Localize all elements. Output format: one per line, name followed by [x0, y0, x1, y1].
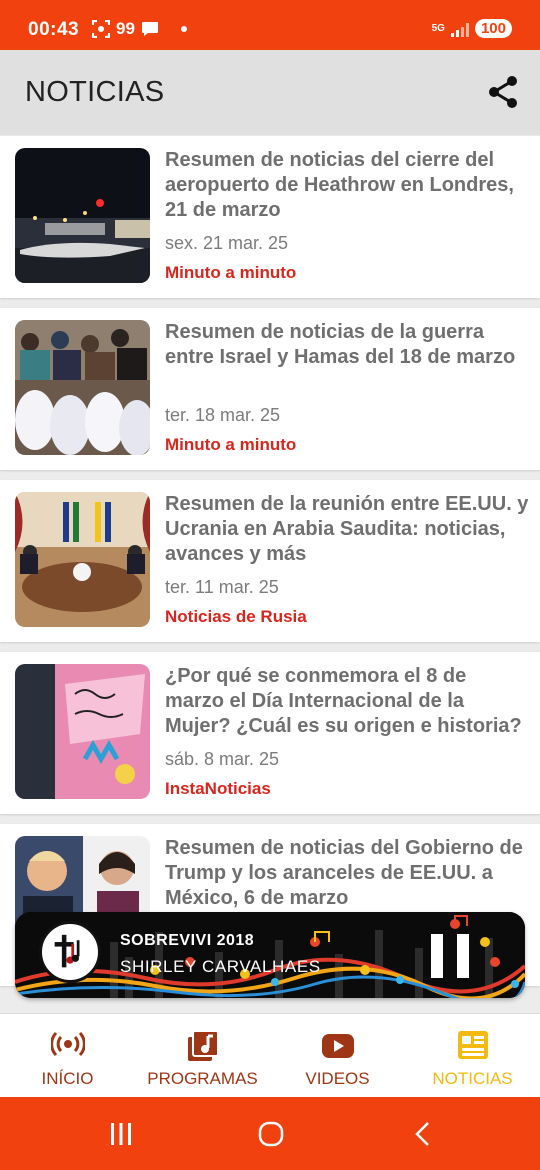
nav-noticias[interactable]: NOTICIAS: [405, 1014, 540, 1098]
news-thumbnail: [15, 492, 150, 627]
news-category[interactable]: Noticias de Rusia: [165, 607, 307, 627]
pause-icon: [431, 934, 443, 978]
nav-videos[interactable]: VIDEOS: [270, 1014, 405, 1098]
network-type: 5G: [431, 22, 445, 34]
news-thumbnail: [15, 148, 150, 283]
nav-label: NOTICIAS: [432, 1069, 513, 1088]
news-date: sáb. 8 mar. 25: [165, 749, 280, 769]
nav-label: VIDEOS: [305, 1069, 370, 1088]
home-icon[interactable]: [258, 1121, 284, 1147]
news-title: ¿Por qué se conmemora el 8 de marzo el D…: [165, 665, 522, 737]
news-category[interactable]: Minuto a minuto: [165, 263, 296, 283]
news-date: ter. 18 mar. 25: [165, 405, 281, 425]
battery-level: 100: [474, 19, 512, 38]
mini-player[interactable]: SOBREVIVI 2018 SHIRLEY CARVALHAES: [15, 912, 525, 998]
radio-broadcast-icon: [50, 1031, 85, 1057]
app-header: NOTICIAS: [0, 50, 540, 135]
system-navigation-bar: [0, 1097, 540, 1170]
news-title: Resumen de noticias del Gobierno de Trum…: [165, 837, 523, 909]
notification-dot: [180, 26, 187, 32]
player-artist: SHIRLEY CARVALHAES: [120, 957, 321, 976]
newspaper-icon: [457, 1031, 488, 1059]
news-card[interactable]: Resumen de noticias de la guerra entre I…: [0, 308, 540, 470]
status-notifications: 99: [92, 19, 187, 39]
news-thumbnail: [15, 664, 150, 799]
nav-label: INÍCIO: [41, 1069, 94, 1088]
news-date: ter. 11 mar. 25: [165, 577, 279, 597]
youtube-play-icon: [321, 1034, 354, 1058]
page-title: NOTICIAS: [25, 76, 165, 108]
back-icon[interactable]: [412, 1121, 434, 1147]
signal-icon: [450, 21, 469, 37]
bottom-navigation: INÍCIO PROGRAMAS VIDEOS NOTICIAS: [0, 1013, 540, 1097]
notification-count: 99: [116, 19, 135, 38]
player-track-title: SOBREVIVI 2018: [120, 932, 255, 949]
status-bar: 00:43 99 5G 100: [0, 0, 540, 50]
news-category[interactable]: Minuto a minuto: [165, 435, 296, 455]
radio-logo-icon: [39, 921, 101, 983]
status-system: 5G 100: [432, 19, 512, 38]
pause-button[interactable]: [429, 934, 473, 978]
status-time: 00:43: [28, 19, 80, 40]
news-card[interactable]: Resumen de noticias del cierre del aerop…: [0, 136, 540, 298]
nav-label: PROGRAMAS: [147, 1069, 258, 1088]
news-date: sex. 21 mar. 25: [165, 233, 289, 253]
news-title: Resumen de noticias de la guerra entre I…: [165, 321, 516, 368]
news-card[interactable]: Resumen de la reunión entre EE.UU. y Ucr…: [0, 480, 540, 642]
chat-icon: [141, 22, 158, 36]
recent-apps-icon[interactable]: [108, 1121, 134, 1147]
news-thumbnail: [15, 320, 150, 455]
screenshot-icon: [92, 20, 110, 38]
news-title: Resumen de la reunión entre EE.UU. y Ucr…: [165, 493, 529, 565]
news-title: Resumen de noticias del cierre del aerop…: [165, 149, 514, 221]
nav-inicio[interactable]: INÍCIO: [0, 1014, 135, 1098]
music-library-icon: [187, 1030, 219, 1061]
news-card[interactable]: ¿Por qué se conmemora el 8 de marzo el D…: [0, 652, 540, 814]
share-icon[interactable]: [486, 74, 520, 110]
news-category[interactable]: InstaNoticias: [165, 779, 271, 799]
nav-programas[interactable]: PROGRAMAS: [135, 1014, 270, 1098]
